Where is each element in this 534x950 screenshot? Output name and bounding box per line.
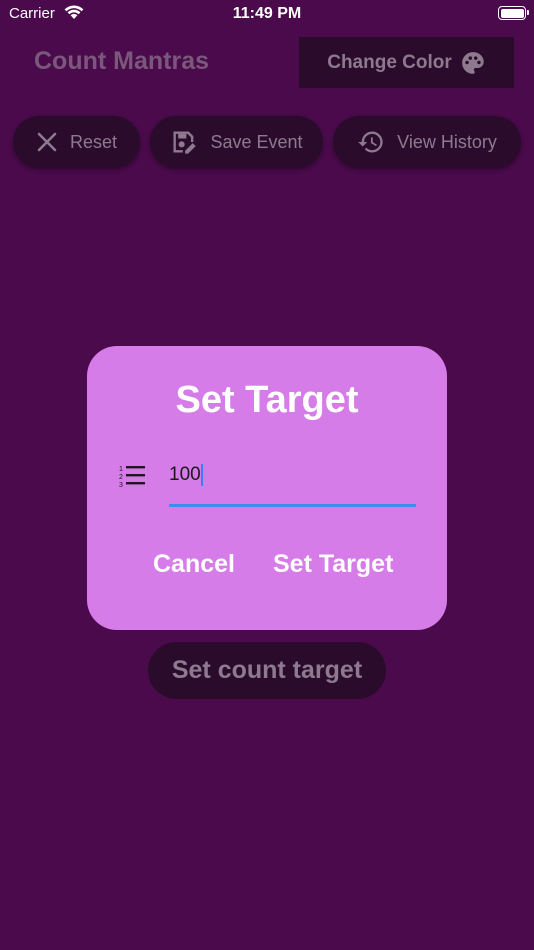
status-bar: Carrier 11:49 PM xyxy=(0,0,534,28)
change-color-button[interactable]: Change Color xyxy=(299,37,514,88)
view-history-label: View History xyxy=(397,131,497,152)
set-target-button[interactable]: Set Target xyxy=(273,550,393,579)
history-icon xyxy=(358,131,383,153)
close-icon xyxy=(37,132,57,152)
change-color-label: Change Color xyxy=(327,51,452,73)
set-count-target-button[interactable]: Set count target xyxy=(148,642,386,699)
text-caret xyxy=(201,464,203,486)
set-count-target-label: Set count target xyxy=(171,656,363,684)
battery-icon xyxy=(498,6,529,20)
input-underline xyxy=(169,504,416,507)
save-event-label: Save Event xyxy=(210,131,303,152)
app-title: Count Mantras xyxy=(34,47,209,75)
reset-button[interactable]: Reset xyxy=(13,116,140,168)
palette-icon xyxy=(461,51,484,74)
set-target-dialog: Set Target 1 2 3 Cancel Set Target xyxy=(87,346,447,630)
target-input[interactable] xyxy=(169,456,416,494)
reset-label: Reset xyxy=(69,131,118,152)
save-edit-icon xyxy=(173,131,197,154)
svg-text:2: 2 xyxy=(119,474,123,481)
cancel-button[interactable]: Cancel xyxy=(153,550,235,579)
dialog-title: Set Target xyxy=(175,379,359,421)
view-history-button[interactable]: View History xyxy=(333,116,521,168)
svg-text:3: 3 xyxy=(119,482,123,488)
status-time: 11:49 PM xyxy=(232,5,302,22)
numbered-list-icon: 1 2 3 xyxy=(119,464,147,493)
svg-text:1: 1 xyxy=(119,466,123,473)
save-event-button[interactable]: Save Event xyxy=(150,116,323,168)
